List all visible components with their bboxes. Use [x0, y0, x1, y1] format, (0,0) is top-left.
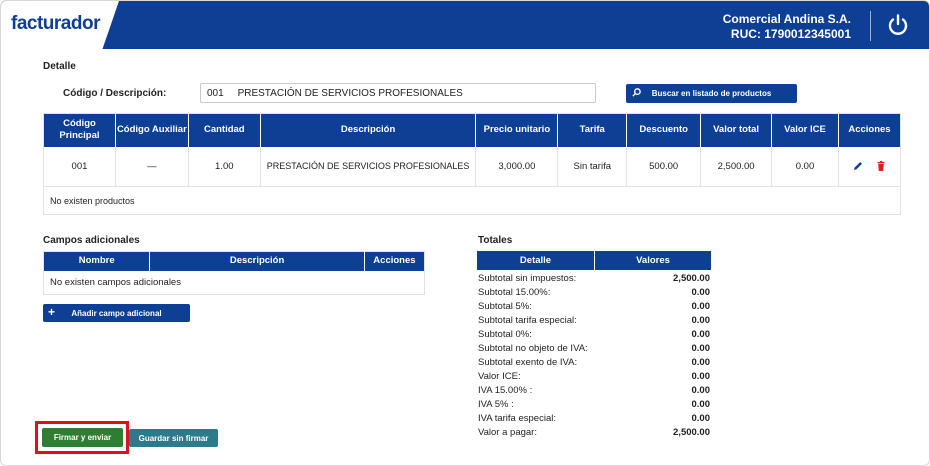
power-icon[interactable]	[886, 13, 910, 37]
app-header: facturador Comercial Andina S.A. RUC: 17…	[1, 1, 929, 49]
products-table: Código Principal Código Auxiliar Cantida…	[43, 113, 901, 215]
search-icon	[632, 87, 641, 100]
col-detalle: Detalle	[477, 251, 595, 270]
totals-header: Detalle Valores	[477, 251, 711, 270]
total-row: Valor ICE: 0.00	[478, 370, 710, 384]
cell-descuento: 500.00	[626, 146, 702, 187]
total-value: 0.00	[691, 413, 711, 424]
total-row: IVA 5% : 0.00	[478, 398, 710, 412]
delete-icon[interactable]	[875, 160, 887, 172]
totals-list: Subtotal sin impuestos: 2,500.00 Subtotal…	[478, 272, 710, 440]
total-label: Subtotal no objeto de IVA:	[478, 343, 588, 354]
total-row: IVA tarifa especial: 0.00	[478, 412, 710, 426]
company-ruc: RUC: 1790012345001	[730, 27, 851, 41]
total-label: Valor a pagar:	[478, 427, 537, 438]
cell-cantidad: 1.00	[188, 146, 261, 187]
total-value: 0.00	[691, 399, 711, 410]
total-value: 2,500.00	[673, 273, 710, 284]
col-valor-total: Valor total	[700, 113, 773, 147]
app-logo[interactable]: facturador	[11, 13, 100, 35]
totales-title: Totales	[478, 235, 513, 246]
table-row: 001 — 1.00 PRESTACIÓN DE SERVICIOS PROFE…	[43, 146, 901, 187]
total-label: Subtotal sin impuestos:	[478, 273, 577, 284]
cell-acciones	[838, 146, 901, 187]
col-valor-ice: Valor ICE	[771, 113, 839, 147]
col-cantidad: Cantidad	[188, 113, 261, 147]
sign-send-button[interactable]: Firmar y enviar	[42, 428, 123, 447]
campos-title: Campos adicionales	[43, 235, 140, 246]
cell-tarifa: Sin tarifa	[557, 146, 628, 187]
code-description-label: Código / Descripción:	[63, 88, 167, 99]
empty-products-text: No existen productos	[50, 195, 135, 206]
cell-codigo-auxiliar: —	[115, 146, 189, 187]
col-acciones: Acciones	[838, 113, 901, 147]
cell-descripcion: PRESTACIÓN DE SERVICIOS PROFESIONALES	[260, 146, 477, 187]
total-value: 0.00	[691, 329, 711, 340]
total-label: Subtotal 15.00%:	[478, 287, 551, 298]
total-value: 0.00	[691, 301, 711, 312]
add-field-label: Añadir campo adicional	[71, 308, 162, 318]
company-info: Comercial Andina S.A. RUC: 1790012345001	[723, 12, 851, 42]
total-label: Subtotal exento de IVA:	[478, 357, 578, 368]
total-row: Valor a pagar: 2,500.00	[478, 426, 710, 440]
total-value: 0.00	[691, 287, 711, 298]
total-value: 0.00	[691, 315, 711, 326]
plus-icon: +	[48, 305, 56, 319]
total-row: Subtotal no objeto de IVA: 0.00	[478, 342, 710, 356]
col-precio-unitario: Precio unitario	[475, 113, 559, 147]
total-row: Subtotal sin impuestos: 2,500.00	[478, 272, 710, 286]
edit-icon[interactable]	[852, 160, 864, 172]
total-value: 0.00	[691, 357, 711, 368]
total-row: Subtotal 0%: 0.00	[478, 328, 710, 342]
total-row: Subtotal exento de IVA: 0.00	[478, 356, 710, 370]
logo-container: facturador	[1, 1, 119, 49]
col-tarifa: Tarifa	[557, 113, 628, 147]
col-descripcion: Descripción	[260, 113, 477, 147]
col-acciones-campo: Acciones	[364, 251, 425, 271]
logo-text: facturador	[11, 13, 100, 34]
col-descripcion-campo: Descripción	[149, 251, 365, 271]
col-codigo-principal: Código Principal	[43, 113, 116, 147]
col-valores: Valores	[595, 251, 711, 270]
total-row: Subtotal tarifa especial: 0.00	[478, 314, 710, 328]
total-value: 0.00	[691, 385, 711, 396]
total-label: Subtotal 5%:	[478, 301, 532, 312]
add-field-button[interactable]: + Añadir campo adicional	[43, 304, 190, 322]
empty-fields-row: No existen campos adicionales	[44, 271, 425, 295]
cell-codigo-principal: 001	[43, 146, 116, 187]
cell-precio-unitario: 3,000.00	[475, 146, 559, 187]
save-unsigned-button[interactable]: Guardar sin firmar	[129, 429, 218, 447]
empty-fields-text: No existen campos adicionales	[50, 276, 181, 288]
total-label: Subtotal tarifa especial:	[478, 315, 577, 326]
total-label: Valor ICE:	[478, 371, 521, 382]
header-divider	[870, 11, 871, 41]
total-label: Subtotal 0%:	[478, 329, 532, 340]
detalle-title: Detalle	[43, 61, 76, 72]
search-products-button[interactable]: Buscar en listado de productos	[626, 84, 797, 103]
empty-products-row: No existen productos	[44, 187, 901, 215]
company-name: Comercial Andina S.A.	[722, 12, 851, 26]
total-row: Subtotal 15.00%: 0.00	[478, 286, 710, 300]
total-label: IVA 15.00% :	[478, 385, 533, 396]
total-row: Subtotal 5%: 0.00	[478, 300, 710, 314]
total-row: IVA 15.00% : 0.00	[478, 384, 710, 398]
total-label: IVA tarifa especial:	[478, 413, 556, 424]
page: facturador Comercial Andina S.A. RUC: 17…	[0, 0, 930, 466]
total-label: IVA 5% :	[478, 399, 514, 410]
col-descuento: Descuento	[626, 113, 702, 147]
search-products-label: Buscar en listado de productos	[651, 89, 772, 98]
cell-valor-total: 2,500.00	[700, 146, 773, 187]
additional-fields-table: Nombre Descripción Acciones No existen c…	[43, 251, 425, 295]
col-nombre: Nombre	[43, 251, 151, 271]
total-value: 0.00	[691, 371, 711, 382]
total-value: 0.00	[691, 343, 711, 354]
col-codigo-auxiliar: Código Auxiliar	[115, 113, 189, 147]
code-description-input[interactable]: 001 PRESTACIÓN DE SERVICIOS PROFESIONALE…	[200, 83, 596, 103]
cell-valor-ice: 0.00	[771, 146, 839, 187]
total-value: 2,500.00	[673, 427, 710, 438]
